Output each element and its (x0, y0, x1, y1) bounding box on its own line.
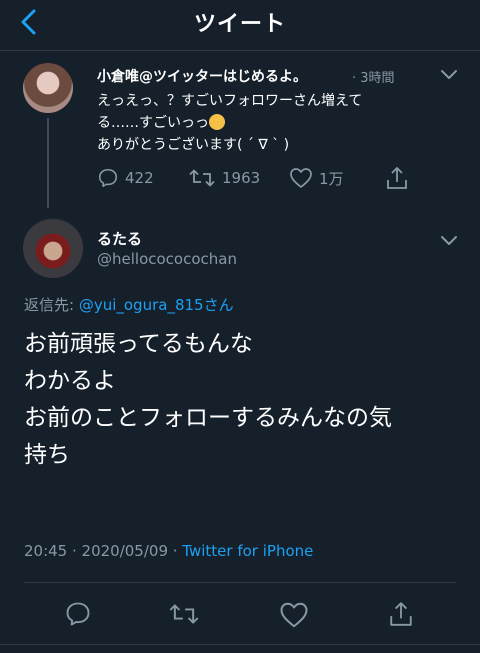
tweet-text-line: 持ち (24, 442, 70, 468)
tweet-time: · 3時間 (352, 71, 395, 86)
reply-button[interactable]: 422 (97, 167, 154, 189)
tweet-text-line: ありがとうございます( ´ ∇ ` ) (97, 137, 290, 153)
emoji-flushed-icon (209, 114, 225, 130)
reply-prefix: 返信先: (24, 296, 79, 314)
avatar[interactable] (23, 218, 83, 278)
display-name[interactable]: るたる (97, 228, 142, 249)
divider (24, 582, 456, 583)
tweet-text-line: えっえっ、？すごいフォロワーさん増えて (97, 93, 363, 109)
like-button[interactable]: 1万 (289, 167, 344, 189)
retweet-icon (189, 169, 215, 187)
share-icon[interactable] (385, 165, 409, 191)
tweet-text-line: る……すごいっっ (97, 112, 437, 134)
tweet-text-line: お前のことフォローするみんなの気 (24, 405, 392, 431)
chevron-down-icon[interactable] (439, 234, 459, 248)
share-icon[interactable] (388, 599, 414, 629)
tweet-text: お前頑張ってるもんな わかるよ お前のことフォローするみんなの気 持ち (24, 326, 464, 474)
like-icon[interactable] (279, 601, 309, 629)
retweet-icon[interactable] (168, 601, 200, 627)
reply-icon[interactable] (64, 600, 92, 628)
retweet-count: 1963 (222, 169, 261, 187)
user-handle[interactable]: @hellocococochan (97, 250, 237, 268)
tweet-text-line: お前頑張ってるもんな (24, 331, 253, 357)
source-link[interactable]: Twitter for iPhone (182, 542, 313, 560)
timestamp: 20:45 · 2020/05/09 · (24, 542, 183, 560)
reply-mention-link[interactable]: @yui_ogura_815 (79, 296, 204, 314)
reply-to: 返信先: @yui_ogura_815さん (24, 294, 234, 315)
reply-suffix: さん (203, 296, 234, 314)
tweet-text-line: わかるよ (24, 368, 116, 394)
tweet-text-line: る……すごいっっ (97, 115, 209, 131)
divider (0, 644, 480, 645)
reply-count: 422 (125, 169, 154, 187)
reply-icon (98, 168, 118, 188)
thread-line (47, 118, 49, 208)
retweet-button[interactable]: 1963 (188, 167, 260, 189)
display-name[interactable]: 小倉唯@ツイッターはじめるよ。 (97, 66, 307, 86)
avatar[interactable] (23, 63, 73, 113)
tweet-meta: 20:45 · 2020/05/09 · Twitter for iPhone (24, 542, 313, 560)
tweet-text: えっえっ、？すごいフォロワーさん増えて る……すごいっっ ありがとうございます(… (97, 90, 437, 156)
like-count: 1万 (319, 169, 344, 188)
like-icon (290, 168, 312, 188)
page-title: ツイート (193, 12, 286, 37)
chevron-down-icon[interactable] (439, 68, 459, 82)
top-bar: ツイート (0, 0, 480, 51)
